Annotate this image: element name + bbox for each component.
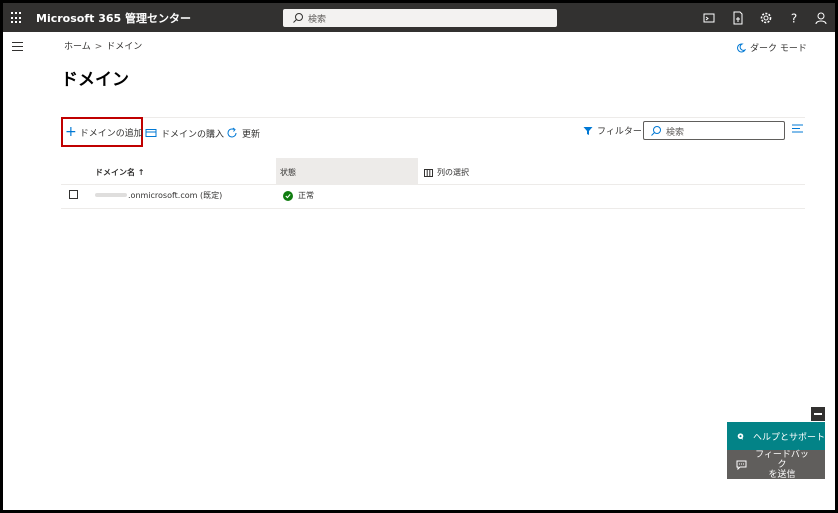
breadcrumb-current: ドメイン [106, 42, 143, 52]
toolbar-divider [61, 117, 805, 118]
redacted-domain-prefix [95, 193, 127, 197]
page-title: ドメイン [61, 70, 129, 90]
account-icon[interactable] [813, 10, 829, 26]
terminal-icon[interactable] [701, 10, 717, 26]
card-icon [145, 129, 157, 137]
breadcrumb-home[interactable]: ホーム [64, 42, 91, 52]
global-search-input[interactable]: 検索 [283, 9, 557, 27]
help-support-button[interactable]: ヘルプとサポート [727, 422, 825, 450]
minimize-help-button[interactable] [811, 407, 825, 421]
status-label: 正常 [298, 191, 314, 200]
admin-center-window: Microsoft 365 管理センター 検索 ? ホーム > ドメイン ダーク… [3, 3, 835, 510]
feedback-icon [736, 460, 747, 470]
help-icon[interactable]: ? [786, 10, 802, 26]
filter-button[interactable]: フィルター [583, 124, 642, 137]
header-divider [61, 184, 805, 185]
filter-label: フィルター [597, 127, 642, 137]
row-checkbox[interactable] [69, 190, 78, 199]
status-header-highlight [276, 158, 418, 185]
domain-search-placeholder: 検索 [666, 128, 685, 138]
columns-icon [424, 168, 433, 177]
refresh-label: 更新 [242, 129, 261, 140]
top-bar: Microsoft 365 管理センター 検索 ? [3, 3, 835, 32]
choose-columns-button[interactable]: 列の選択 [424, 167, 469, 178]
domain-search-input[interactable]: 検索 [643, 121, 785, 140]
feedback-button[interactable]: フィードバック を送信 [727, 449, 825, 480]
domain-name-link[interactable]: .onmicrosoft.com (既定) [128, 190, 222, 201]
filter-icon [583, 126, 593, 135]
add-domain-label: ドメインの追加 [79, 128, 143, 139]
column-header-status[interactable]: 状態 [280, 167, 296, 178]
plus-icon: + [65, 124, 77, 140]
refresh-icon [227, 127, 237, 138]
document-icon[interactable] [730, 10, 746, 26]
dark-mode-toggle[interactable]: ダーク モード [736, 41, 807, 54]
column-header-domain-name[interactable]: ドメイン名 ↑ [95, 167, 145, 178]
nav-menu-icon[interactable] [12, 42, 23, 51]
help-chat-icon [737, 432, 744, 440]
help-support-label: ヘルプとサポート [752, 432, 825, 443]
search-icon [293, 13, 303, 23]
svg-text:?: ? [791, 12, 797, 26]
choose-columns-label: 列の選択 [437, 168, 469, 177]
breadcrumb: ホーム > ドメイン [64, 39, 142, 52]
refresh-button[interactable]: 更新 [226, 122, 260, 144]
buy-domain-label: ドメインの購入 [161, 129, 225, 140]
add-domain-button[interactable]: + ドメインの追加 [61, 117, 143, 147]
status-cell: 正常 [283, 190, 314, 201]
checkmark-icon [283, 190, 293, 201]
view-options-icon[interactable] [792, 124, 803, 133]
global-search-placeholder: 検索 [308, 15, 327, 25]
buy-domain-button[interactable]: ドメインの購入 [145, 122, 224, 144]
gear-icon[interactable] [758, 10, 774, 26]
moon-icon [737, 42, 746, 52]
feedback-label: フィードバック を送信 [755, 449, 809, 480]
app-launcher-icon[interactable] [11, 12, 23, 24]
app-title[interactable]: Microsoft 365 管理センター [36, 10, 191, 26]
search-icon [651, 126, 661, 136]
row-divider [61, 208, 805, 209]
breadcrumb-separator: > [94, 42, 103, 52]
dark-mode-label: ダーク モード [750, 44, 807, 54]
